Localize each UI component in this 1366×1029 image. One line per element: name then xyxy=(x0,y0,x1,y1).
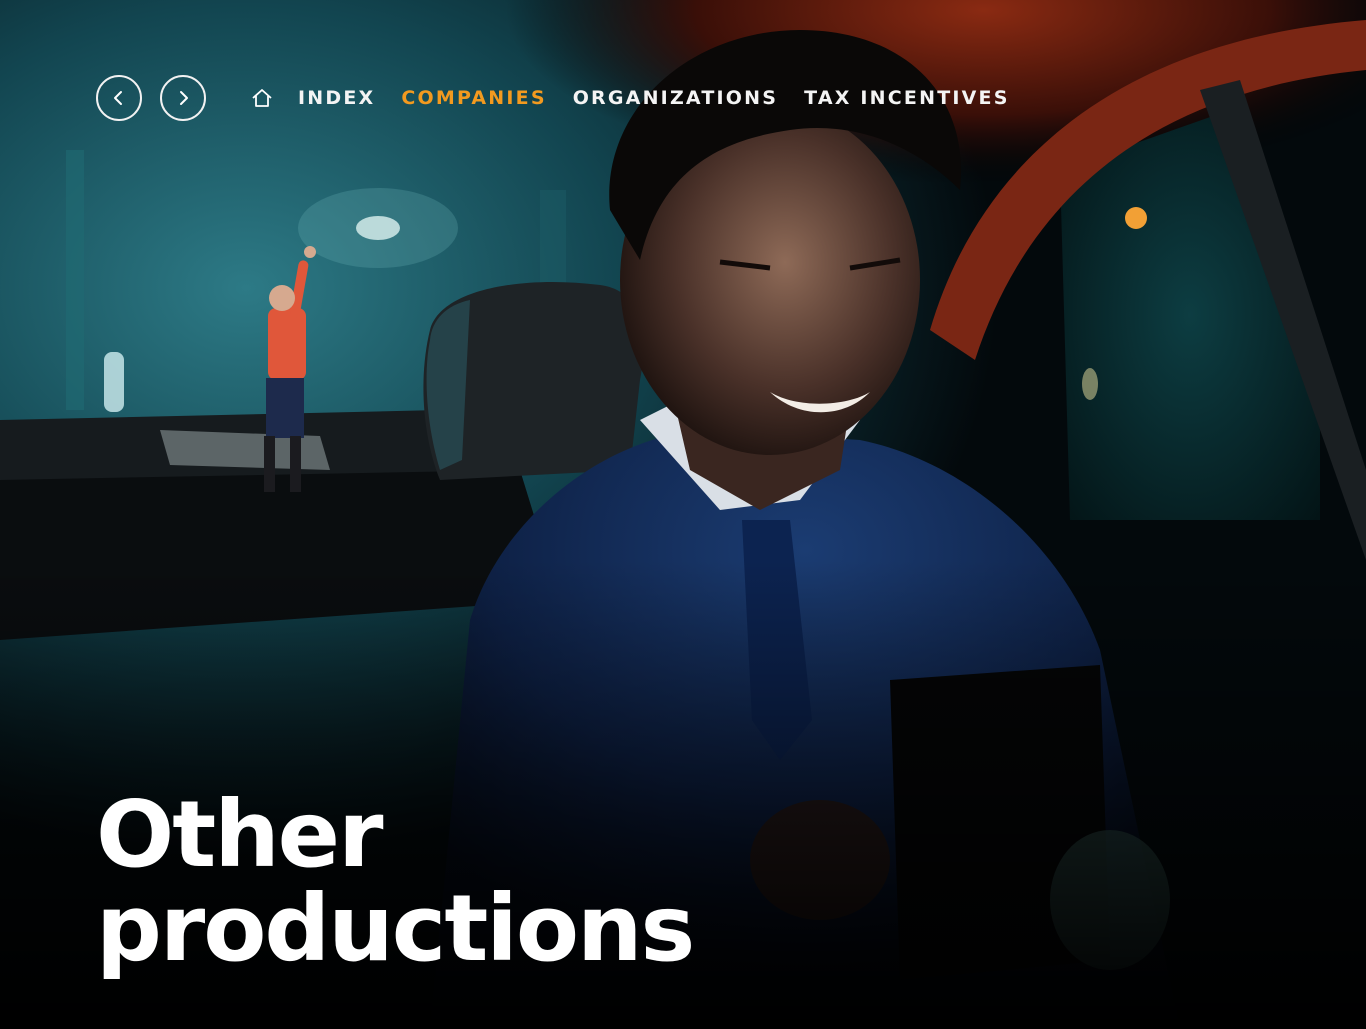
nav-link-tax-incentives[interactable]: TAX INCENTIVES xyxy=(804,87,1009,109)
chevron-left-icon xyxy=(114,91,122,105)
main-menu: INDEX COMPANIES ORGANIZATIONS TAX INCENT… xyxy=(298,87,1010,109)
page-title-line-2: productions xyxy=(96,875,695,982)
chevron-right-icon xyxy=(180,91,188,105)
page-title-line-1: Other xyxy=(96,781,383,888)
home-link[interactable] xyxy=(250,86,274,110)
hero-section: INDEX COMPANIES ORGANIZATIONS TAX INCENT… xyxy=(0,0,1366,1029)
nav-link-organizations[interactable]: ORGANIZATIONS xyxy=(573,87,778,109)
previous-button[interactable] xyxy=(96,75,142,121)
next-button[interactable] xyxy=(160,75,206,121)
top-navigation: INDEX COMPANIES ORGANIZATIONS TAX INCENT… xyxy=(96,73,1010,123)
nav-link-companies[interactable]: COMPANIES xyxy=(401,87,546,109)
page-title: Other productions xyxy=(96,781,695,982)
nav-link-index[interactable]: INDEX xyxy=(298,87,375,109)
home-icon xyxy=(252,89,272,107)
